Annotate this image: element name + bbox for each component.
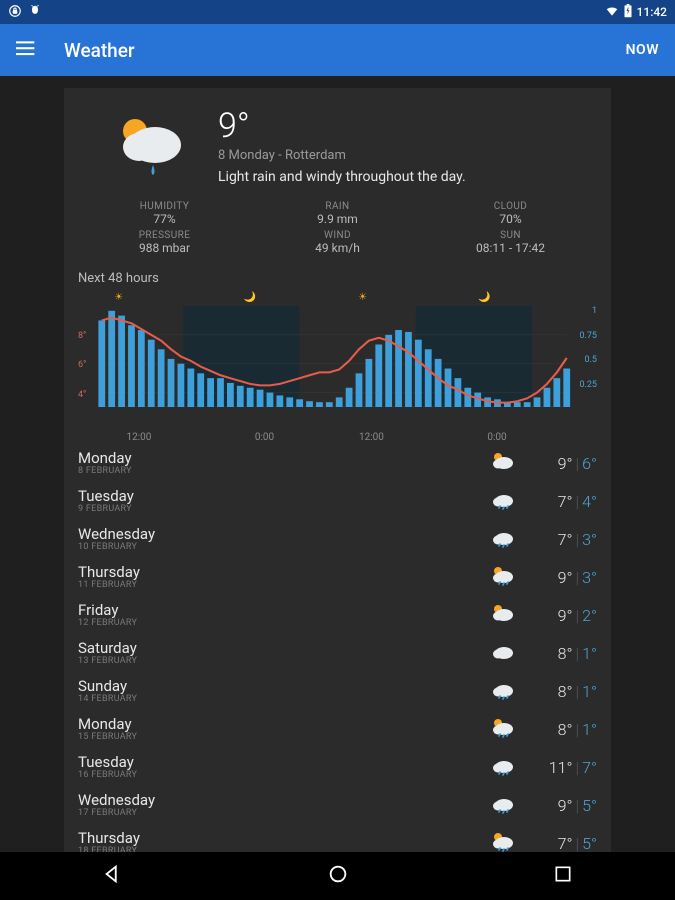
wind-value: 49 km/h bbox=[251, 241, 424, 255]
forecast-day: Thursday bbox=[78, 565, 487, 580]
app-bar: Weather NOW bbox=[0, 24, 675, 76]
sun-icon: ☀ bbox=[114, 292, 123, 303]
forecast-date: 9 FEBRUARY bbox=[78, 504, 487, 514]
forecast-icon bbox=[487, 450, 517, 476]
hourly-chart[interactable]: ☀🌙☀🌙 4°6°8° 0.250.50.751 12:000:0012:000… bbox=[78, 292, 597, 432]
pressure-label: PRESSURE bbox=[78, 230, 251, 241]
forecast-icon bbox=[487, 602, 517, 628]
forecast-row[interactable]: Thursday18 FEBRUARY7°|5° bbox=[78, 824, 597, 852]
forecast-day: Sunday bbox=[78, 679, 487, 694]
current-weather-icon bbox=[104, 106, 194, 185]
forecast-icon bbox=[487, 678, 517, 704]
page-title: Weather bbox=[64, 39, 135, 62]
forecast-day: Monday bbox=[78, 717, 487, 732]
forecast-temps: 9°|5° bbox=[517, 796, 597, 815]
cloud-label: CLOUD bbox=[424, 201, 597, 212]
current-weather-hero: 9° 8 Monday - Rotterdam Light rain and w… bbox=[78, 98, 597, 195]
forecast-date: 14 FEBRUARY bbox=[78, 694, 487, 704]
forecast-icon bbox=[487, 488, 517, 514]
forecast-row[interactable]: Saturday13 FEBRUARY 8°|1° bbox=[78, 634, 597, 672]
forecast-row[interactable]: Tuesday16 FEBRUARY 11°|7° bbox=[78, 748, 597, 786]
now-button[interactable]: NOW bbox=[626, 42, 659, 58]
menu-icon[interactable] bbox=[16, 38, 36, 62]
status-time: 11:42 bbox=[637, 5, 667, 19]
forecast-temps: 7°|5° bbox=[517, 834, 597, 853]
weather-card: 9° 8 Monday - Rotterdam Light rain and w… bbox=[64, 88, 611, 852]
forecast-row[interactable]: Thursday11 FEBRUARY 9°|3° bbox=[78, 558, 597, 596]
chart-title: Next 48 hours bbox=[78, 271, 597, 286]
forecast-date: 13 FEBRUARY bbox=[78, 656, 487, 666]
forecast-temps: 7°|3° bbox=[517, 530, 597, 549]
forecast-date: 16 FEBRUARY bbox=[78, 770, 487, 780]
content-area: 9° 8 Monday - Rotterdam Light rain and w… bbox=[0, 76, 675, 852]
hourly-chart-section: Next 48 hours ☀🌙☀🌙 4°6°8° 0.250.50.751 1… bbox=[78, 267, 597, 440]
battery-icon bbox=[623, 4, 633, 21]
current-date-location: 8 Monday - Rotterdam bbox=[218, 148, 466, 163]
sun-label: SUN bbox=[424, 230, 597, 241]
forecast-temps: 9°|6° bbox=[517, 454, 597, 473]
moon-icon: 🌙 bbox=[478, 292, 490, 303]
home-button[interactable] bbox=[327, 863, 349, 889]
sun-icon: ☀ bbox=[358, 292, 367, 303]
wifi-icon bbox=[605, 4, 619, 21]
forecast-date: 15 FEBRUARY bbox=[78, 732, 487, 742]
forecast-day: Friday bbox=[78, 603, 487, 618]
pressure-value: 988 mbar bbox=[78, 241, 251, 255]
forecast-icon bbox=[487, 792, 517, 818]
forecast-day: Thursday bbox=[78, 831, 487, 846]
android-nav-bar bbox=[0, 852, 675, 900]
forecast-day: Wednesday bbox=[78, 527, 487, 542]
forecast-date: 10 FEBRUARY bbox=[78, 542, 487, 552]
forecast-icon bbox=[487, 716, 517, 742]
forecast-row[interactable]: Wednesday17 FEBRUARY 9°|5° bbox=[78, 786, 597, 824]
forecast-temps: 7°|4° bbox=[517, 492, 597, 511]
forecast-date: 17 FEBRUARY bbox=[78, 808, 487, 818]
forecast-list: Monday8 FEBRUARY9°|6°Tuesday9 FEBRUARY7°… bbox=[78, 444, 597, 852]
forecast-icon bbox=[487, 754, 517, 780]
current-temp: 9° bbox=[218, 106, 466, 146]
current-description: Light rain and windy throughout the day. bbox=[218, 169, 466, 185]
forecast-temps: 8°|1° bbox=[517, 720, 597, 739]
forecast-row[interactable]: Monday8 FEBRUARY 9°|6° bbox=[78, 444, 597, 482]
forecast-temps: 8°|1° bbox=[517, 644, 597, 663]
forecast-temps: 8°|1° bbox=[517, 682, 597, 701]
forecast-day: Saturday bbox=[78, 641, 487, 656]
forecast-temps: 9°|2° bbox=[517, 606, 597, 625]
forecast-row[interactable]: Monday15 FEBRUARY 8°|1° bbox=[78, 710, 597, 748]
rain-label: RAIN bbox=[251, 201, 424, 212]
stats-grid: HUMIDITY77% RAIN9.9 mm CLOUD70% PRESSURE… bbox=[78, 195, 597, 267]
forecast-date: 8 FEBRUARY bbox=[78, 466, 487, 476]
android-status-bar: 11:42 bbox=[0, 0, 675, 24]
forecast-row[interactable]: Friday12 FEBRUARY 9°|2° bbox=[78, 596, 597, 634]
forecast-icon bbox=[487, 526, 517, 552]
forecast-day: Monday bbox=[78, 451, 487, 466]
wind-label: WIND bbox=[251, 230, 424, 241]
humidity-label: HUMIDITY bbox=[78, 201, 251, 212]
forecast-temps: 11°|7° bbox=[517, 758, 597, 777]
forecast-row[interactable]: Tuesday9 FEBRUARY 7°|4° bbox=[78, 482, 597, 520]
forecast-row[interactable]: Wednesday10 FEBRUARY 7°|3° bbox=[78, 520, 597, 558]
forecast-date: 12 FEBRUARY bbox=[78, 618, 487, 628]
forecast-row[interactable]: Sunday14 FEBRUARY 8°|1° bbox=[78, 672, 597, 710]
forecast-temps: 9°|3° bbox=[517, 568, 597, 587]
cloud-value: 70% bbox=[424, 212, 597, 226]
sun-value: 08:11 - 17:42 bbox=[424, 241, 597, 255]
humidity-value: 77% bbox=[78, 212, 251, 226]
forecast-day: Tuesday bbox=[78, 489, 487, 504]
back-button[interactable] bbox=[102, 863, 124, 889]
forecast-icon bbox=[487, 830, 517, 852]
forecast-icon bbox=[487, 564, 517, 590]
lock-icon bbox=[8, 4, 22, 21]
debug-icon bbox=[28, 4, 42, 21]
forecast-day: Tuesday bbox=[78, 755, 487, 770]
forecast-icon bbox=[487, 640, 517, 666]
recent-button[interactable] bbox=[553, 864, 573, 888]
rain-value: 9.9 mm bbox=[251, 212, 424, 226]
forecast-day: Wednesday bbox=[78, 793, 487, 808]
moon-icon: 🌙 bbox=[244, 292, 256, 303]
forecast-date: 11 FEBRUARY bbox=[78, 580, 487, 590]
